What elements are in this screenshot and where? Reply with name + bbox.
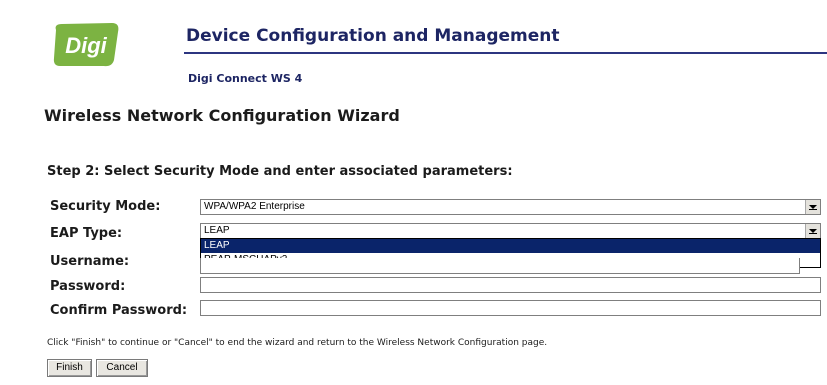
security-mode-value: WPA/WPA2 Enterprise xyxy=(204,201,305,212)
password-input[interactable] xyxy=(200,277,821,293)
finish-button[interactable]: Finish xyxy=(47,359,92,377)
chevron-down-icon[interactable] xyxy=(805,200,820,214)
page-title: Wireless Network Configuration Wizard xyxy=(44,106,400,125)
eap-type-label: EAP Type: xyxy=(50,226,123,241)
security-mode-select[interactable]: WPA/WPA2 Enterprise xyxy=(200,199,821,215)
confirm-password-label: Confirm Password: xyxy=(50,303,188,318)
eap-type-select[interactable]: LEAP xyxy=(200,223,821,239)
security-mode-label: Security Mode: xyxy=(50,199,161,214)
instruction-text: Click "Finish" to continue or "Cancel" t… xyxy=(47,338,548,348)
confirm-password-input[interactable] xyxy=(200,300,821,316)
eap-option-leap[interactable]: LEAP xyxy=(201,239,820,253)
logo-text: Digi xyxy=(65,33,107,58)
eap-type-value: LEAP xyxy=(204,225,230,236)
header-divider xyxy=(184,52,827,54)
password-label: Password: xyxy=(50,279,126,294)
chevron-down-icon[interactable] xyxy=(805,224,820,238)
cancel-button[interactable]: Cancel xyxy=(96,359,148,377)
username-input[interactable] xyxy=(200,258,800,274)
step-heading: Step 2: Select Security Mode and enter a… xyxy=(47,164,513,179)
header-title: Device Configuration and Management xyxy=(186,26,560,46)
username-label: Username: xyxy=(50,254,130,269)
digi-logo: Digi xyxy=(50,20,122,70)
device-name: Digi Connect WS 4 xyxy=(188,72,303,85)
